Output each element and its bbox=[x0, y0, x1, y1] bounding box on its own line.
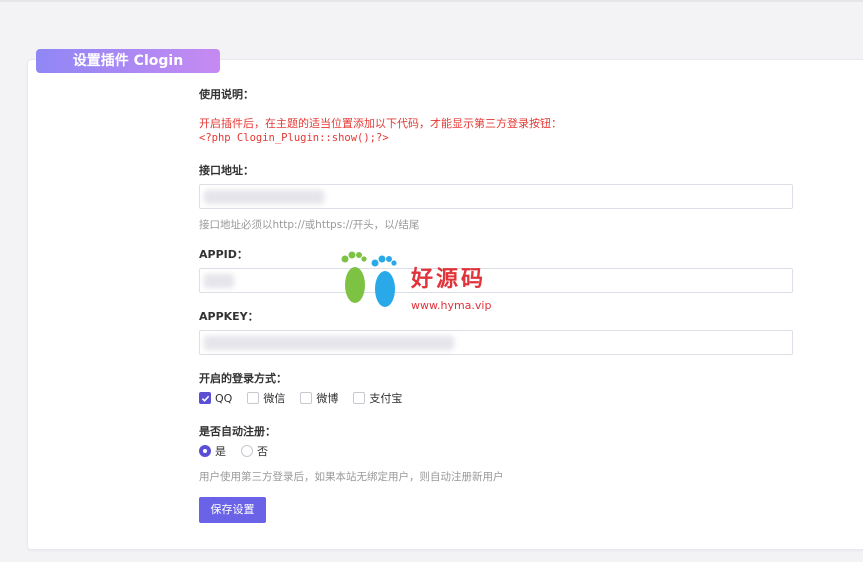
radio[interactable] bbox=[241, 445, 253, 457]
option-label: 是 bbox=[215, 445, 226, 458]
usage-label: 使用说明： bbox=[199, 88, 254, 101]
auto-register-label: 是否自动注册： bbox=[199, 425, 276, 438]
auto-register-hint: 用户使用第三方登录后，如果本站无绑定用户，则自动注册新用户 bbox=[199, 471, 504, 483]
option-label: 否 bbox=[257, 445, 268, 458]
checkbox-checked[interactable] bbox=[199, 392, 211, 404]
option-weibo[interactable]: 微博 bbox=[300, 390, 338, 406]
checkbox[interactable] bbox=[247, 392, 260, 404]
save-button[interactable]: 保存设置 bbox=[199, 497, 266, 523]
option-label: 微博 bbox=[316, 392, 339, 405]
auto-register-group: 是 否 bbox=[199, 443, 283, 459]
option-wechat[interactable]: 微信 bbox=[247, 390, 285, 406]
option-label: 微信 bbox=[263, 392, 286, 405]
option-label: QQ bbox=[215, 391, 233, 405]
footprints-icon bbox=[341, 251, 397, 307]
api-url-label: 接口地址： bbox=[199, 164, 254, 177]
option-label: 支付宝 bbox=[369, 392, 403, 405]
checkbox[interactable] bbox=[300, 392, 313, 404]
appkey-label: APPKEY： bbox=[199, 310, 259, 323]
radio-selected[interactable] bbox=[199, 445, 211, 457]
option-qq[interactable]: QQ bbox=[199, 392, 232, 405]
api-url-input[interactable] bbox=[199, 184, 793, 209]
watermark-text: 好源码 bbox=[411, 266, 487, 292]
panel-title: 设置插件 Clogin bbox=[36, 49, 220, 73]
redacted-value bbox=[204, 274, 234, 288]
api-url-hint: 接口地址必须以http://或https://开头，以/结尾 bbox=[199, 219, 420, 231]
checkbox[interactable] bbox=[353, 392, 366, 404]
appid-label: APPID： bbox=[199, 248, 248, 261]
check-icon bbox=[201, 395, 209, 402]
login-methods-group: QQ 微信 微博 支付宝 bbox=[199, 390, 417, 406]
watermark-url: www.hyma.vip bbox=[411, 299, 492, 312]
option-alipay[interactable]: 支付宝 bbox=[353, 390, 402, 406]
redacted-value bbox=[204, 336, 454, 350]
usage-text: 开启插件后，在主题的适当位置添加以下代码，才能显示第三方登录按钮： bbox=[199, 117, 562, 130]
radio-yes[interactable]: 是 bbox=[199, 443, 226, 459]
watermark-logo: 好源码 www.hyma.vip bbox=[335, 247, 525, 317]
redacted-value bbox=[204, 190, 324, 204]
login-methods-label: 开启的登录方式： bbox=[199, 372, 287, 385]
top-divider bbox=[0, 0, 863, 2]
appkey-input[interactable] bbox=[199, 330, 793, 355]
usage-code: <?php Clogin_Plugin::show();?> bbox=[199, 132, 389, 144]
radio-no[interactable]: 否 bbox=[241, 443, 268, 459]
